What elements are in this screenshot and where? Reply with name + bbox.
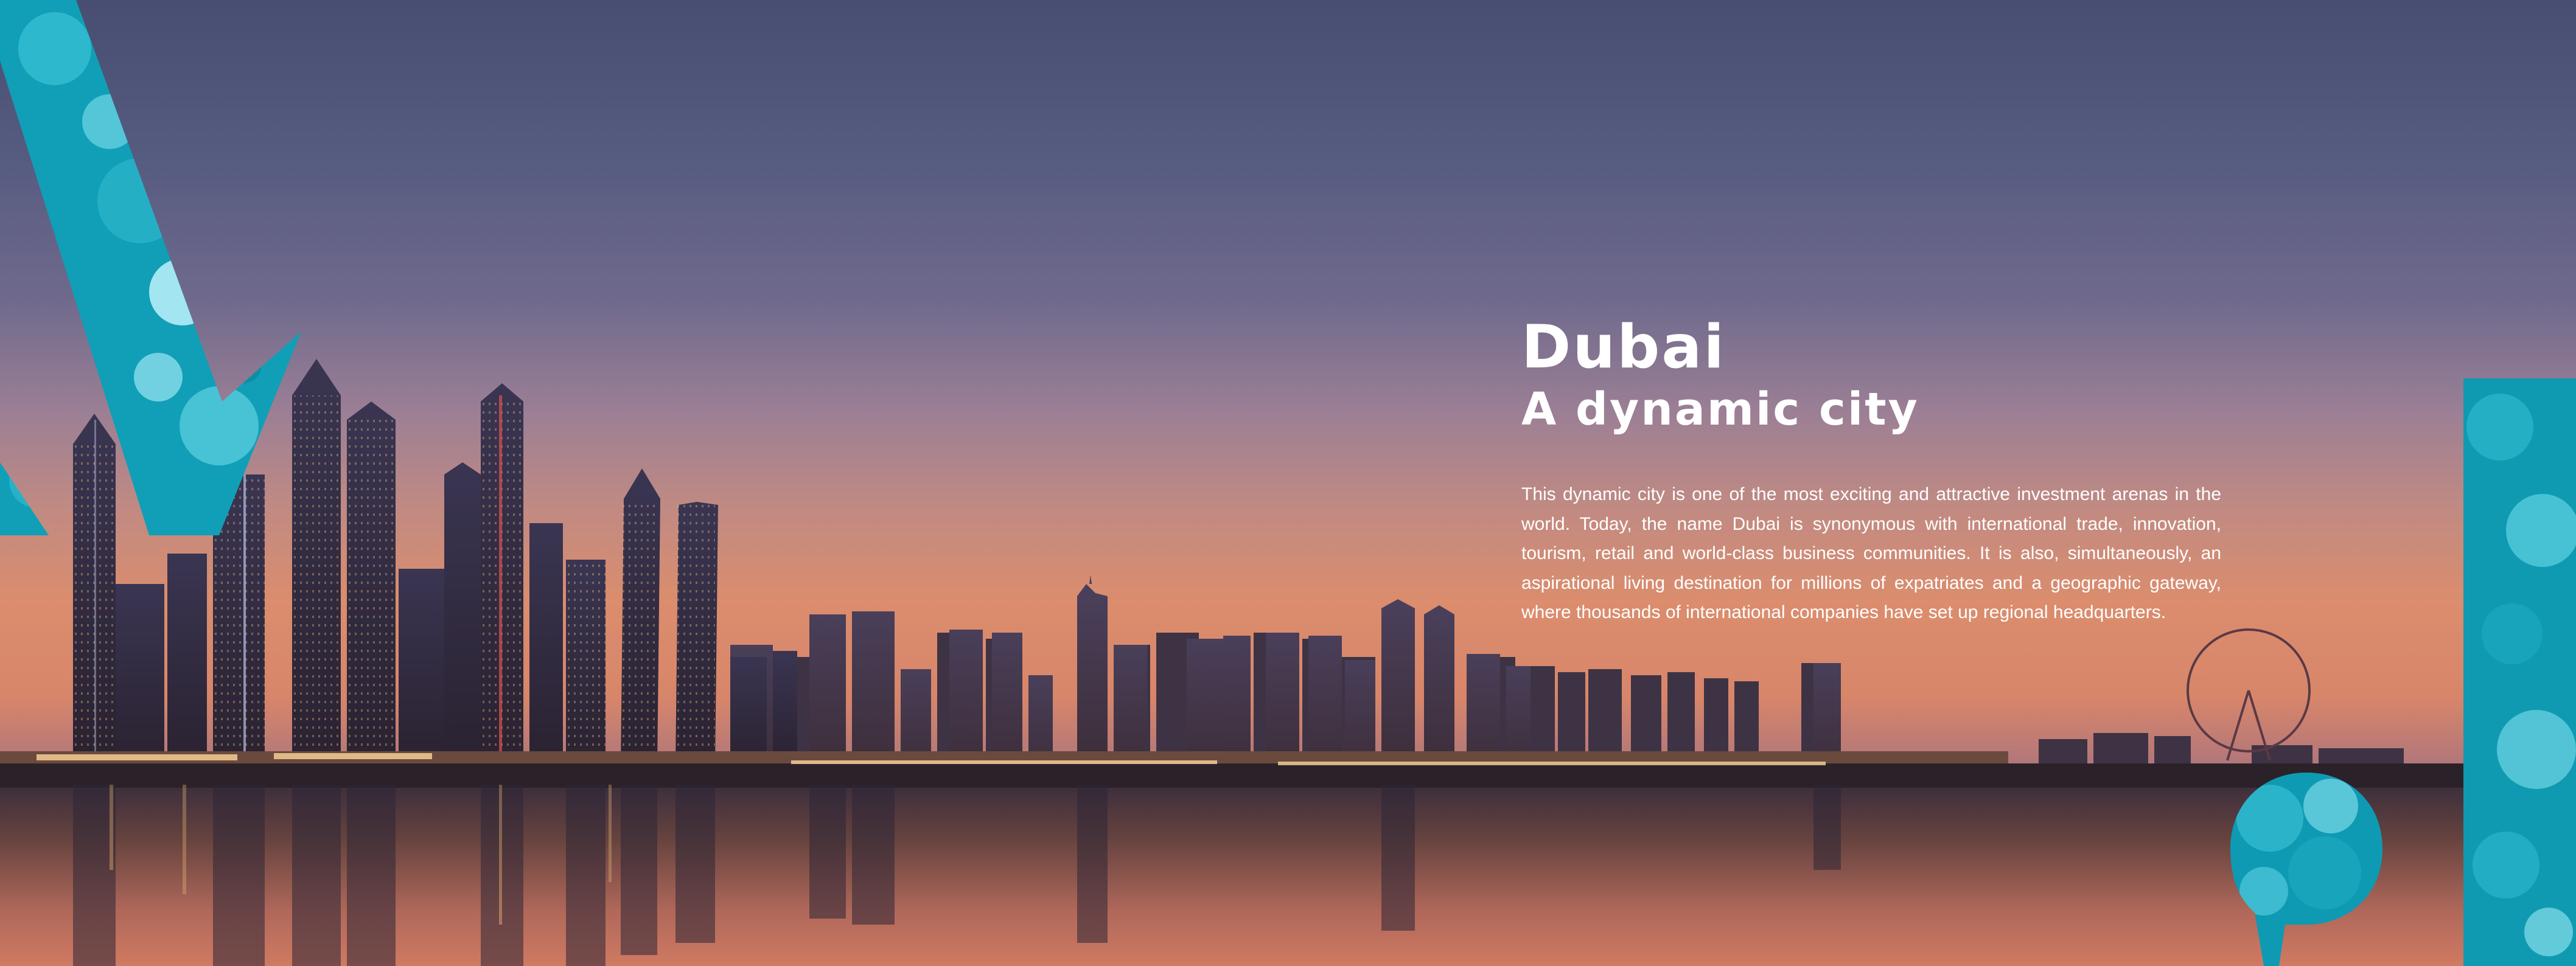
- hero-description: This dynamic city is one of the most exc…: [1521, 484, 2221, 622]
- ferris-wheel: [2187, 628, 2311, 761]
- teal-chevron-graphic: [0, 0, 301, 535]
- hero-banner: Dubai A dynamic city This dynamic city i…: [0, 0, 2576, 966]
- teal-bar-graphic: [2463, 378, 2576, 966]
- teal-quote-graphic: [2230, 773, 2382, 966]
- page-title: Dubai: [1521, 313, 1726, 382]
- page-subtitle: A dynamic city: [1521, 383, 1919, 436]
- hero-text-block: Dubai A dynamic city This dynamic city i…: [1521, 313, 2221, 646]
- water-reflection: [73, 785, 1841, 966]
